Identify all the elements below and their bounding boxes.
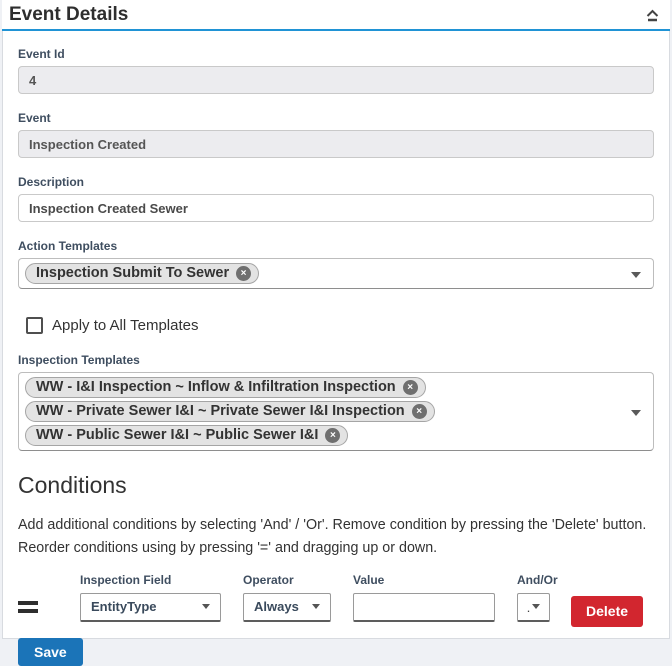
selected-template-chip: WW - I&I Inspection ~ Inflow & Infiltrat… <box>25 377 426 398</box>
chip-label: WW - Public Sewer I&I ~ Public Sewer I&I <box>36 427 318 443</box>
drag-handle-icon[interactable] <box>18 601 38 617</box>
event-group: Event <box>18 111 654 158</box>
collapse-panel-button[interactable] <box>643 7 662 24</box>
page-title: Event Details <box>9 4 128 26</box>
chevron-down-icon <box>631 272 641 278</box>
and-or-label: And/Or <box>517 573 550 587</box>
action-templates-group: Action Templates Inspection Submit To Se… <box>18 239 654 289</box>
chevron-down-icon <box>532 604 540 609</box>
inspection-templates-group: Inspection Templates WW - I&I Inspection… <box>18 353 654 451</box>
event-details-panel: Event Id Event Description Action Templa… <box>2 31 670 639</box>
event-label: Event <box>18 111 654 125</box>
operator-label: Operator <box>243 573 331 587</box>
chevron-down-icon <box>631 410 641 416</box>
remove-chip-icon[interactable]: × <box>403 380 418 395</box>
inspection-templates-multiselect[interactable]: WW - I&I Inspection ~ Inflow & Infiltrat… <box>18 372 654 451</box>
chip-label: WW - Private Sewer I&I ~ Private Sewer I… <box>36 403 405 419</box>
ellipsis-dot: . <box>527 605 530 614</box>
save-button[interactable]: Save <box>18 638 83 666</box>
conditions-help-text: Add additional conditions by selecting '… <box>18 514 654 560</box>
apply-all-templates-label: Apply to All Templates <box>52 317 198 334</box>
operator-select[interactable]: Always <box>243 593 331 622</box>
value-input[interactable] <box>353 593 495 622</box>
operator-group: Operator Always <box>243 573 331 622</box>
selected-template-chip: Inspection Submit To Sewer × <box>25 263 259 284</box>
apply-all-templates-checkbox[interactable] <box>26 317 43 334</box>
inspection-templates-label: Inspection Templates <box>18 353 654 367</box>
delete-condition-button[interactable]: Delete <box>571 596 643 627</box>
inspection-field-label: Inspection Field <box>80 573 221 587</box>
event-id-group: Event Id <box>18 47 654 94</box>
operator-value: Always <box>254 599 299 614</box>
conditions-title: Conditions <box>18 472 654 499</box>
inspection-field-group: Inspection Field EntityType <box>80 573 221 622</box>
remove-chip-icon[interactable]: × <box>325 428 340 443</box>
chevron-down-icon <box>202 604 210 609</box>
inspection-field-value: EntityType <box>91 599 157 614</box>
description-label: Description <box>18 175 654 189</box>
and-or-group: And/Or . <box>517 573 550 622</box>
inspection-field-select[interactable]: EntityType <box>80 593 221 622</box>
event-input <box>18 130 654 158</box>
action-templates-label: Action Templates <box>18 239 654 253</box>
chevron-down-icon <box>312 604 320 609</box>
value-group: Value <box>353 573 495 622</box>
value-label: Value <box>353 573 495 587</box>
condition-row: Inspection Field EntityType Operator Alw… <box>18 573 654 627</box>
action-templates-multiselect[interactable]: Inspection Submit To Sewer × <box>18 258 654 289</box>
remove-chip-icon[interactable]: × <box>236 266 251 281</box>
chevron-up-collapse-icon <box>645 9 660 22</box>
and-or-select[interactable]: . <box>517 593 550 622</box>
description-input[interactable] <box>18 194 654 222</box>
chip-label: Inspection Submit To Sewer <box>36 265 229 281</box>
chip-label: WW - I&I Inspection ~ Inflow & Infiltrat… <box>36 379 396 395</box>
help-line-1: Add additional conditions by selecting '… <box>18 514 654 537</box>
event-id-label: Event Id <box>18 47 654 61</box>
event-id-input <box>18 66 654 94</box>
selected-template-chip: WW - Public Sewer I&I ~ Public Sewer I&I… <box>25 425 348 446</box>
help-line-2: Reorder conditions using by pressing '='… <box>18 537 654 560</box>
apply-all-templates-row: Apply to All Templates <box>26 317 654 334</box>
remove-chip-icon[interactable]: × <box>412 404 427 419</box>
selected-template-chip: WW - Private Sewer I&I ~ Private Sewer I… <box>25 401 435 422</box>
event-details-header: Event Details <box>2 0 670 31</box>
description-group: Description <box>18 175 654 222</box>
